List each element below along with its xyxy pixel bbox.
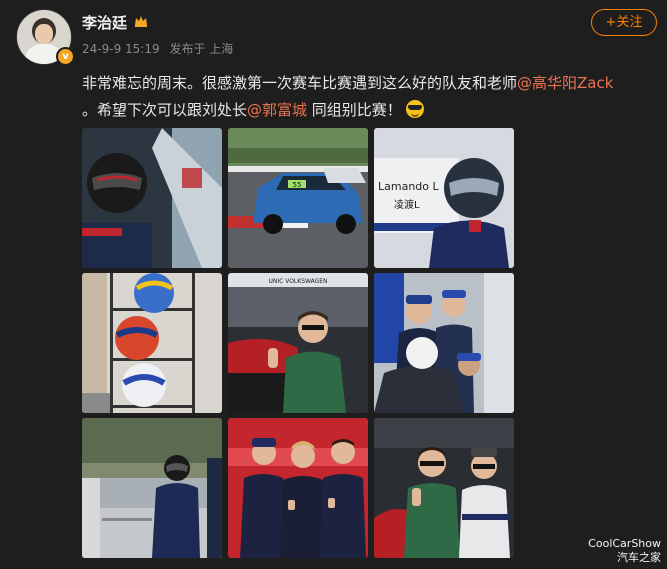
post-meta: 24-9-9 15:19 发布于 上海 bbox=[82, 40, 239, 57]
two-men-posing-photo bbox=[374, 418, 514, 558]
watermark-line2: 汽车之家 bbox=[617, 551, 661, 564]
post-date[interactable]: 24-9-9 15:19 bbox=[82, 42, 160, 56]
image-tile-4[interactable] bbox=[82, 273, 222, 413]
image-tile-6[interactable] bbox=[374, 273, 514, 413]
image-tile-3[interactable]: Lamando L 凌渡L bbox=[374, 128, 514, 268]
verified-badge-icon: v bbox=[56, 47, 75, 66]
helmets-on-shelf-photo bbox=[82, 273, 222, 413]
post-text-part2: 。希望下次可以跟刘处长 bbox=[82, 101, 248, 119]
image-tile-2[interactable]: 55 bbox=[228, 128, 368, 268]
man-in-green-jacket-photo: UNIC VOLKSWAGEN bbox=[228, 273, 368, 413]
post-text-part3: 同组别比赛！ bbox=[307, 101, 402, 119]
watermark: CoolCarShow 汽车之家 bbox=[588, 537, 661, 565]
car-number: 55 bbox=[293, 181, 302, 189]
team-thumbs-up-photo bbox=[228, 418, 368, 558]
driver-walking-in-suit-photo bbox=[82, 418, 222, 558]
cool-sunglasses-emoji-icon bbox=[405, 100, 424, 118]
crown-icon bbox=[135, 16, 147, 27]
mention-link-guofucheng[interactable]: @郭富城 bbox=[247, 101, 307, 119]
image-tile-9[interactable] bbox=[374, 418, 514, 558]
post-text-part1: 非常难忘的周末。很感激第一次赛车比赛遇到这么好的队友和老师 bbox=[82, 74, 518, 92]
image-tile-5[interactable]: UNIC VOLKSWAGEN bbox=[228, 273, 368, 413]
sponsor-text: UNIC VOLKSWAGEN bbox=[268, 278, 327, 285]
watermark-line1: CoolCarShow bbox=[588, 537, 661, 550]
image-tile-7[interactable] bbox=[82, 418, 222, 558]
weibo-post: v 李治廷 24-9-9 15:19 发布于 上海 +关注 非常难忘的周末。很感… bbox=[0, 0, 667, 569]
driver-with-helmet-photo: Lamando L 凌渡L bbox=[374, 128, 514, 268]
image-tile-1[interactable] bbox=[82, 128, 222, 268]
mention-link-gaohuayang[interactable]: @高华阳Zack bbox=[517, 74, 613, 92]
follow-button[interactable]: +关注 bbox=[591, 9, 657, 36]
post-source: 发布于 上海 bbox=[169, 42, 234, 56]
banner-cn-text: 凌渡L bbox=[394, 198, 420, 211]
drivers-in-pit-photo bbox=[374, 273, 514, 413]
post-text: 非常难忘的周末。很感激第一次赛车比赛遇到这么好的队友和老师@高华阳Zack 。希望… bbox=[82, 70, 652, 124]
image-grid: 55 Lamando L 凌渡L UNIC VOLKSWAGEN bbox=[82, 128, 514, 558]
username[interactable]: 李治廷 bbox=[82, 12, 127, 33]
race-car-on-track-photo: 55 bbox=[228, 128, 368, 268]
image-tile-8[interactable] bbox=[228, 418, 368, 558]
banner-text: Lamando L bbox=[378, 180, 440, 193]
driver-in-cockpit-photo bbox=[82, 128, 222, 268]
